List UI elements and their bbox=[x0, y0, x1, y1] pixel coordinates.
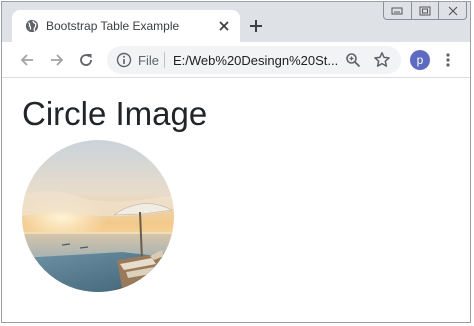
url-text[interactable]: E:/Web%20Desingn%20St... bbox=[173, 53, 338, 68]
back-arrow-icon[interactable] bbox=[18, 51, 36, 69]
kebab-menu-icon[interactable] bbox=[444, 51, 452, 69]
window-controls bbox=[383, 2, 467, 20]
tab-title: Bootstrap Table Example bbox=[46, 19, 180, 33]
browser-tab[interactable]: Bootstrap Table Example bbox=[12, 10, 240, 42]
profile-avatar[interactable]: p bbox=[410, 50, 430, 70]
minimize-button[interactable] bbox=[384, 2, 412, 19]
browser-window: Bootstrap Table Example File E:/Web%20De… bbox=[1, 1, 471, 323]
circle-image bbox=[22, 140, 174, 292]
restore-button[interactable] bbox=[412, 2, 440, 19]
close-icon[interactable] bbox=[216, 18, 232, 34]
profile-initial: p bbox=[416, 53, 424, 67]
info-icon[interactable] bbox=[116, 52, 132, 68]
reload-icon[interactable] bbox=[77, 51, 95, 69]
page-content: Circle Image bbox=[2, 78, 470, 322]
star-icon[interactable] bbox=[373, 51, 391, 69]
tab-strip: Bootstrap Table Example bbox=[2, 2, 470, 42]
minimize-icon bbox=[391, 7, 403, 14]
url-scheme-label: File bbox=[138, 53, 159, 68]
zoom-icon[interactable] bbox=[345, 52, 361, 68]
beach-umbrella-photo bbox=[22, 140, 174, 292]
address-bar[interactable]: File E:/Web%20Desingn%20St... bbox=[107, 46, 401, 74]
omnibox-separator bbox=[164, 52, 165, 68]
plus-icon[interactable] bbox=[248, 18, 264, 34]
browser-toolbar: File E:/Web%20Desingn%20St... p bbox=[2, 42, 470, 78]
forward-arrow-icon[interactable] bbox=[48, 51, 66, 69]
globe-icon bbox=[25, 19, 39, 33]
window-close-button[interactable] bbox=[439, 2, 466, 19]
page-heading: Circle Image bbox=[22, 95, 208, 132]
close-icon bbox=[448, 6, 458, 15]
restore-icon bbox=[419, 6, 431, 15]
